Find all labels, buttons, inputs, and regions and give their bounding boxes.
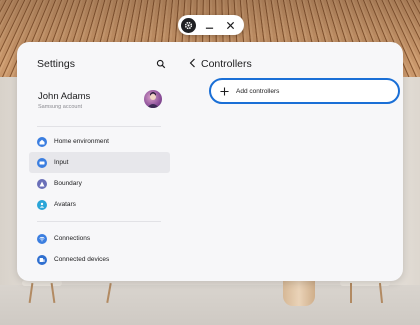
add-controllers-label: Add controllers bbox=[236, 87, 280, 95]
close-icon[interactable] bbox=[223, 18, 237, 32]
page-title: Settings bbox=[37, 58, 75, 70]
sidebar-item-label: Input bbox=[54, 159, 69, 166]
sidebar-item-label: Connected devices bbox=[54, 256, 110, 263]
settings-menu: Home environment Input Boundary Avatars bbox=[29, 131, 170, 215]
back-icon[interactable] bbox=[186, 56, 198, 70]
account-entry[interactable]: John Adams Samsung account bbox=[29, 85, 173, 115]
floor bbox=[0, 285, 420, 325]
account-subtitle: Samsung account bbox=[38, 104, 83, 110]
account-name: John Adams bbox=[38, 91, 91, 102]
sidebar-item-input[interactable]: Input bbox=[29, 152, 170, 173]
divider bbox=[37, 126, 161, 127]
input-icon bbox=[37, 157, 47, 168]
sidebar-item-connections[interactable]: Connections bbox=[29, 228, 170, 249]
pane-title: Controllers bbox=[201, 58, 252, 70]
sidebar-item-connected-devices[interactable]: Connected devices bbox=[29, 249, 170, 270]
avatar bbox=[144, 90, 162, 108]
settings-app-icon[interactable] bbox=[181, 17, 196, 33]
search-icon[interactable] bbox=[154, 57, 168, 71]
window-control-bar bbox=[178, 15, 244, 35]
boundary-icon bbox=[37, 178, 47, 189]
wifi-icon bbox=[37, 233, 47, 244]
controllers-pane: Controllers Add controllers bbox=[181, 42, 403, 281]
settings-window: Settings John Adams Samsung account Home… bbox=[17, 42, 403, 281]
add-controllers-button[interactable]: Add controllers bbox=[209, 78, 400, 104]
avatar-icon bbox=[37, 199, 47, 210]
sidebar-item-label: Boundary bbox=[54, 180, 82, 187]
sidebar-item-home-environment[interactable]: Home environment bbox=[29, 131, 170, 152]
sidebar-item-avatars[interactable]: Avatars bbox=[29, 194, 170, 215]
sidebar-item-label: Avatars bbox=[54, 201, 76, 208]
minimize-icon[interactable] bbox=[203, 18, 217, 32]
plus-icon bbox=[220, 86, 229, 96]
home-icon bbox=[37, 136, 47, 147]
settings-menu: Connections Connected devices bbox=[29, 228, 170, 270]
sidebar-item-label: Connections bbox=[54, 235, 91, 242]
settings-sidebar: Settings John Adams Samsung account Home… bbox=[17, 42, 181, 281]
sidebar-item-boundary[interactable]: Boundary bbox=[29, 173, 170, 194]
sidebar-item-label: Home environment bbox=[54, 138, 109, 145]
devices-icon bbox=[37, 254, 47, 265]
divider bbox=[37, 221, 161, 222]
